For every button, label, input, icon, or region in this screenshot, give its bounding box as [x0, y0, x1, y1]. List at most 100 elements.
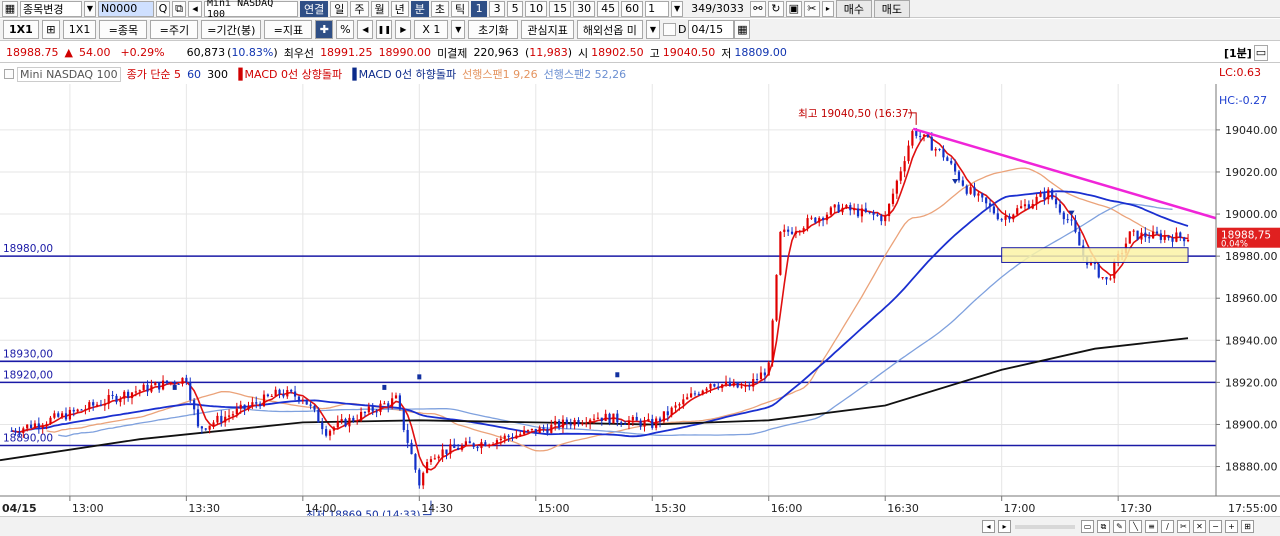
- minus-icon[interactable]: −: [1209, 520, 1222, 533]
- connect-button[interactable]: 연결: [300, 0, 329, 17]
- pause-icon[interactable]: ❚❚: [376, 20, 393, 39]
- period-week[interactable]: 주: [350, 0, 369, 17]
- candle-body: [418, 469, 421, 486]
- price-chart[interactable]: 18980,00 18930,00 18920,00 18890,00 최고 1904…: [0, 84, 1280, 516]
- scroll-left-icon[interactable]: ◂: [982, 520, 995, 533]
- fullscreen-icon[interactable]: ⊞: [1241, 520, 1254, 533]
- candle-body: [942, 149, 945, 158]
- items-button[interactable]: =종목: [99, 20, 148, 39]
- period-day[interactable]: 일: [330, 0, 349, 17]
- line-tool-icon[interactable]: ╲: [1129, 520, 1142, 533]
- level-label: 18980,00: [3, 243, 53, 255]
- candle-body: [460, 445, 464, 450]
- scroll-right-icon[interactable]: ▸: [998, 520, 1011, 533]
- candle-body: [375, 411, 378, 413]
- candle-body: [666, 411, 669, 416]
- candle-body: [119, 398, 122, 403]
- chevron-right-icon[interactable]: ▸: [821, 0, 834, 17]
- candle-body: [103, 403, 106, 406]
- chevron-down-icon[interactable]: ▼: [451, 20, 466, 39]
- candle-body: [309, 404, 312, 406]
- text-tool-icon[interactable]: ✂: [1177, 520, 1190, 533]
- candle-body: [325, 429, 328, 436]
- save-icon[interactable]: ▣: [785, 0, 802, 17]
- split-icon[interactable]: ⊞: [41, 20, 60, 39]
- window-icon[interactable]: ▭: [1254, 44, 1268, 61]
- symbol-search-field[interactable]: 종목변경: [20, 0, 82, 17]
- plus-icon[interactable]: +: [1225, 520, 1238, 533]
- interval-45[interactable]: 45: [597, 0, 620, 17]
- sell-button[interactable]: 매도: [873, 0, 910, 18]
- tools-icon[interactable]: ✂: [803, 0, 820, 17]
- period-minute[interactable]: 분: [410, 0, 429, 17]
- chevron-down-icon[interactable]: ▼: [671, 0, 684, 17]
- period-button[interactable]: =기간(봉): [201, 20, 262, 39]
- period-month[interactable]: 월: [370, 0, 389, 17]
- period-tick[interactable]: 틱: [451, 0, 470, 17]
- buy-button[interactable]: 매수: [835, 0, 872, 18]
- candle-body: [755, 379, 759, 381]
- date-input[interactable]: 04/15: [688, 20, 735, 39]
- period-year[interactable]: 년: [390, 0, 409, 17]
- sound-icon[interactable]: ◂: [188, 0, 202, 17]
- trend-tool-icon[interactable]: ∕: [1161, 520, 1174, 533]
- candle-body: [639, 420, 642, 427]
- candle-body: [1000, 219, 1003, 221]
- indicator-button[interactable]: =지표: [264, 20, 313, 39]
- x-tick-label: 17:00: [1004, 502, 1036, 515]
- scrollbar-track[interactable]: [1015, 524, 1075, 529]
- calendar-icon[interactable]: ▦: [734, 20, 751, 39]
- candle-body: [37, 423, 40, 428]
- grid-icon[interactable]: ▦: [2, 0, 18, 17]
- candle-body: [1128, 231, 1131, 244]
- interval-10[interactable]: 10: [525, 0, 548, 17]
- candle-body: [907, 145, 910, 162]
- interval-30[interactable]: 30: [573, 0, 596, 17]
- search-icon[interactable]: Q: [156, 0, 170, 17]
- date-checkbox[interactable]: [662, 23, 676, 36]
- rewind-icon[interactable]: ◀: [357, 20, 374, 39]
- candle-body: [946, 157, 949, 161]
- forward-icon[interactable]: ▶: [395, 20, 412, 39]
- interval-15[interactable]: 15: [549, 0, 572, 17]
- candle-body: [748, 385, 751, 387]
- zoom-out-icon[interactable]: ▭: [1081, 520, 1094, 533]
- interval-1[interactable]: 1: [471, 0, 488, 17]
- fit-icon[interactable]: ⧉: [1097, 520, 1110, 533]
- reset-button[interactable]: 초기화: [468, 20, 519, 39]
- lc-label: LC:0.63: [1219, 66, 1262, 79]
- eraser-icon[interactable]: ✕: [1193, 520, 1206, 533]
- interval-3[interactable]: 3: [489, 0, 506, 17]
- candle-body: [111, 394, 114, 396]
- link-icon[interactable]: ⚯: [749, 0, 766, 17]
- zoom-select[interactable]: X 1: [414, 20, 449, 39]
- candle-body: [499, 438, 502, 441]
- chevron-down-icon[interactable]: ▼: [645, 20, 660, 39]
- candle-body: [763, 372, 766, 376]
- refresh-icon[interactable]: ↻: [767, 0, 784, 17]
- interval-60[interactable]: 60: [621, 0, 644, 17]
- candle-body: [554, 420, 557, 425]
- cycle-button[interactable]: =주기: [150, 20, 199, 39]
- candle-body: [429, 459, 433, 463]
- chevron-down-icon[interactable]: ▼: [84, 0, 96, 17]
- interval-5[interactable]: 5: [507, 0, 524, 17]
- layout2-button[interactable]: 1X1: [62, 20, 97, 39]
- candle-body: [127, 391, 130, 399]
- percent-icon[interactable]: %: [336, 20, 355, 39]
- crosshair-icon[interactable]: ✚: [315, 20, 334, 39]
- x-tick-label: 16:00: [771, 502, 803, 515]
- price-change: 54.00: [78, 46, 111, 59]
- pen-icon[interactable]: ✎: [1113, 520, 1126, 533]
- candle-body: [379, 403, 382, 412]
- interest-indicator-button[interactable]: 관심지표: [521, 20, 574, 39]
- fib-tool-icon[interactable]: ≡: [1145, 520, 1158, 533]
- symbol-code-input[interactable]: N0000: [98, 0, 154, 17]
- candle-body: [274, 389, 277, 397]
- candle-body: [464, 441, 468, 446]
- period-second[interactable]: 초: [430, 0, 449, 17]
- overseas-options-select[interactable]: 해외선옵 미: [576, 20, 643, 39]
- count-input[interactable]: 1: [645, 0, 670, 17]
- layout-button[interactable]: 1X1: [3, 20, 39, 39]
- copy-icon[interactable]: ⧉: [172, 0, 186, 17]
